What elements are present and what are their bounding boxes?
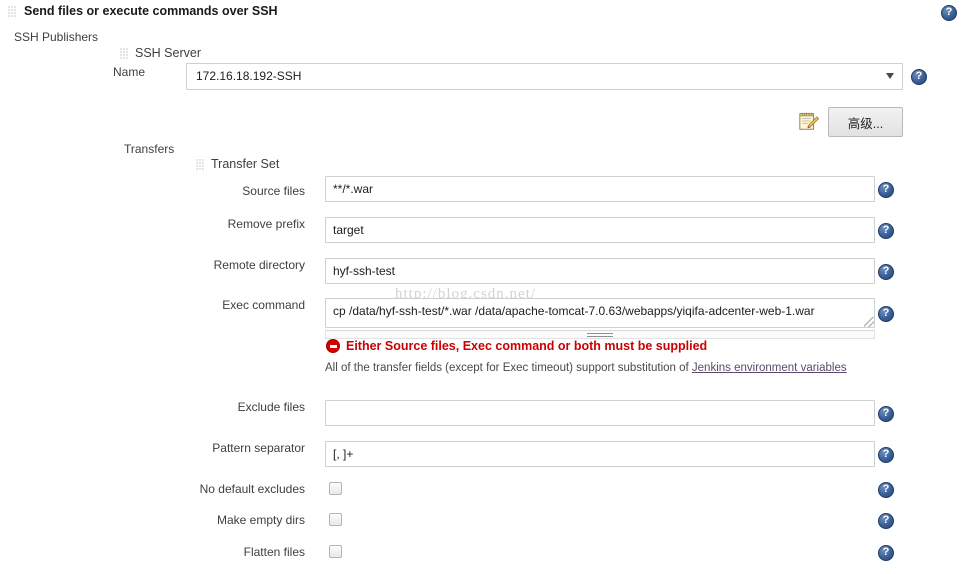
jenkins-environment-variables-link[interactable]: Jenkins environment variables: [692, 362, 847, 374]
transfer-fields-note: All of the transfer fields (except for E…: [325, 361, 855, 376]
ssh-publishers-label: SSH Publishers: [14, 30, 99, 44]
make-empty-dirs-label: Make empty dirs: [216, 513, 305, 527]
remote-directory-input[interactable]: [325, 258, 875, 284]
drag-grip-icon-ssh-server[interactable]: [120, 47, 129, 59]
remove-prefix-label: Remove prefix: [227, 217, 305, 231]
help-icon-ssh-server-name[interactable]: [911, 69, 927, 85]
help-icon-make-empty-dirs[interactable]: [878, 513, 894, 529]
help-icon-section-header[interactable]: [941, 5, 957, 21]
help-icon-flatten-files[interactable]: [878, 545, 894, 561]
help-icon-remote-directory[interactable]: [878, 264, 894, 280]
exclude-files-label: Exclude files: [237, 400, 305, 414]
exclude-files-input[interactable]: [325, 400, 875, 426]
section-header: Send files or execute commands over SSH: [8, 4, 278, 18]
help-icon-remove-prefix[interactable]: [878, 223, 894, 239]
transfer-set-group: Transfer Set: [196, 157, 279, 171]
page-title: Send files or execute commands over SSH: [24, 4, 278, 18]
no-default-excludes-label: No default excludes: [199, 482, 305, 496]
ssh-server-group: SSH Server: [120, 46, 201, 60]
help-icon-exec-command[interactable]: [878, 306, 894, 322]
ssh-server-label: SSH Server: [135, 46, 201, 60]
drag-grip-icon-transfer-set[interactable]: [196, 158, 205, 170]
validation-error-text: Either Source files, Exec command or bot…: [346, 339, 708, 353]
remote-directory-label: Remote directory: [213, 258, 305, 272]
source-files-label: Source files: [242, 184, 305, 198]
pattern-separator-input[interactable]: [325, 441, 875, 467]
ssh-server-select-value: 172.16.18.192-SSH: [196, 69, 302, 83]
flatten-files-checkbox[interactable]: [329, 545, 342, 558]
make-empty-dirs-checkbox[interactable]: [329, 513, 342, 526]
source-files-input[interactable]: [325, 176, 875, 202]
help-icon-no-default-excludes[interactable]: [878, 482, 894, 498]
no-default-excludes-checkbox[interactable]: [329, 482, 342, 495]
flatten-files-label: Flatten files: [243, 545, 305, 559]
transfers-label: Transfers: [124, 142, 175, 156]
advanced-button[interactable]: 高级...: [828, 107, 903, 137]
name-label: Name: [112, 65, 145, 79]
exec-command-label: Exec command: [222, 298, 305, 312]
exec-command-textarea[interactable]: [325, 298, 875, 328]
transfer-set-label: Transfer Set: [211, 157, 280, 171]
validation-error: Either Source files, Exec command or bot…: [326, 339, 707, 353]
help-icon-exclude-files[interactable]: [878, 406, 894, 422]
pattern-separator-label: Pattern separator: [212, 441, 305, 455]
notepad-pencil-icon[interactable]: [798, 110, 820, 132]
error-circle-icon: [326, 339, 340, 353]
remove-prefix-input[interactable]: [325, 217, 875, 243]
help-icon-source-files[interactable]: [878, 182, 894, 198]
drag-grip-icon[interactable]: [8, 5, 17, 17]
note-text: All of the transfer fields (except for E…: [325, 362, 692, 374]
help-icon-pattern-separator[interactable]: [878, 447, 894, 463]
chevron-down-icon[interactable]: [886, 73, 894, 79]
ssh-server-select[interactable]: 172.16.18.192-SSH: [186, 63, 903, 90]
textarea-resize-bar[interactable]: [325, 330, 875, 339]
